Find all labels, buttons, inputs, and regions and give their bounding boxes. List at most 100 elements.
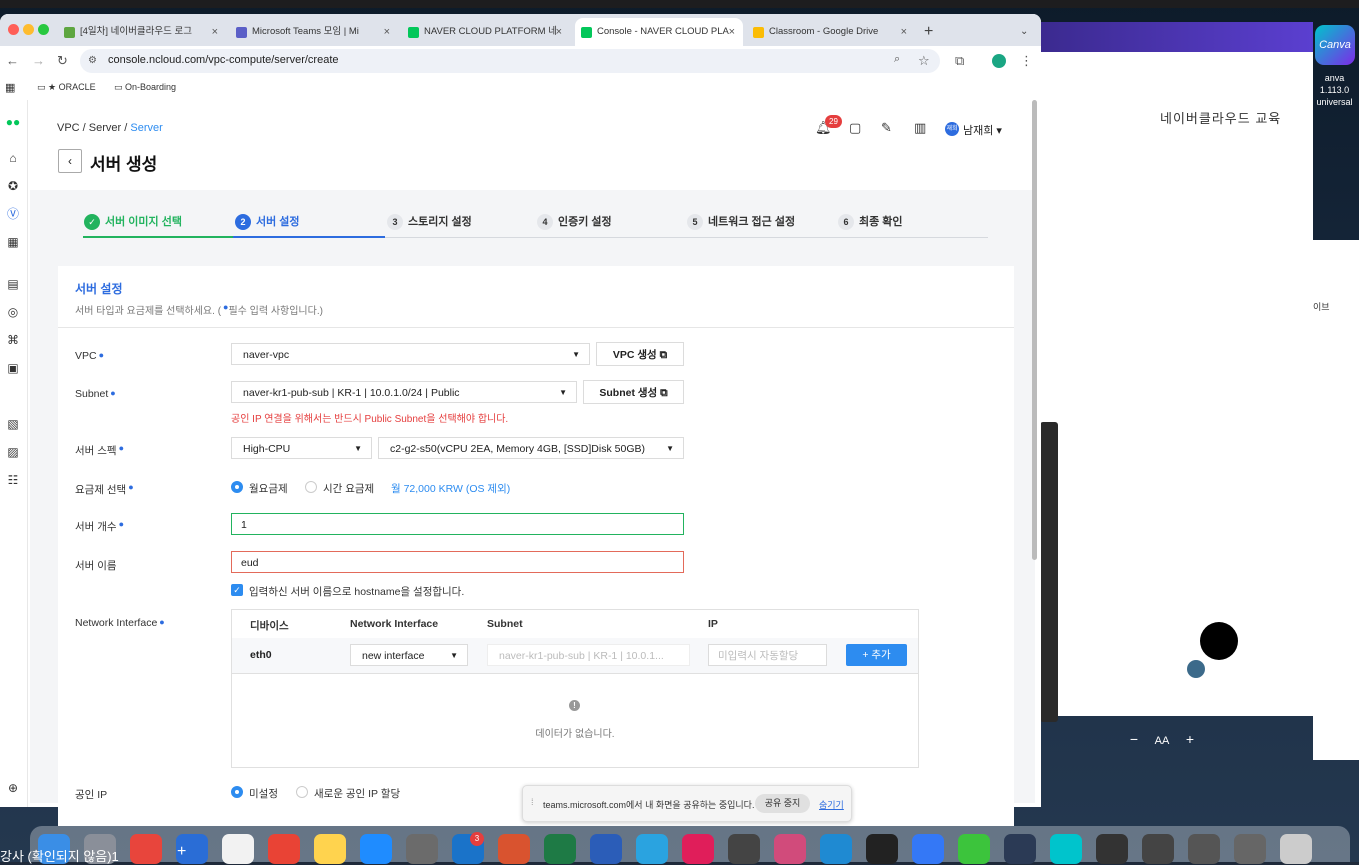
- new-tab-button[interactable]: +: [924, 18, 933, 46]
- ncloud-logo-icon[interactable]: ●●: [5, 114, 21, 130]
- dock-app-icon[interactable]: [222, 834, 254, 864]
- close-tab-icon[interactable]: ×: [901, 18, 907, 46]
- tab-search-icon[interactable]: ⌄: [1020, 18, 1028, 46]
- reload-icon[interactable]: ↻: [57, 53, 68, 69]
- breadcrumb-vpc[interactable]: VPC: [57, 122, 80, 134]
- dock-app-icon[interactable]: [498, 834, 530, 864]
- integration-icon[interactable]: ⌘: [5, 332, 21, 348]
- browser-tab[interactable]: NAVER CLOUD PLATFORM 네 ×: [402, 18, 570, 46]
- maximize-window-icon[interactable]: [38, 24, 49, 35]
- globe-icon[interactable]: ⊕: [5, 780, 21, 796]
- dock-app-icon[interactable]: [130, 834, 162, 864]
- stop-sharing-button[interactable]: 공유 중지: [755, 794, 810, 813]
- vpc-icon[interactable]: Ⓥ: [5, 206, 21, 222]
- dock-app-icon[interactable]: [406, 834, 438, 864]
- dock-app-icon[interactable]: [1050, 834, 1082, 864]
- step-4[interactable]: 4 인증키 설정: [537, 213, 612, 231]
- scrollbar[interactable]: [1032, 100, 1037, 560]
- home-icon[interactable]: ⌂: [5, 150, 21, 166]
- dock-app-icon[interactable]: [268, 834, 300, 864]
- dock-app-icon[interactable]: [1280, 834, 1312, 864]
- url-text[interactable]: console.ncloud.com/vpc-compute/server/cr…: [108, 54, 339, 66]
- bookmark-onboarding[interactable]: ▭ On-Boarding: [114, 82, 176, 93]
- dock-app-icon[interactable]: [912, 834, 944, 864]
- network-icon[interactable]: ◎: [5, 304, 21, 320]
- bookmark-star-icon[interactable]: ☆: [918, 53, 930, 69]
- step-1[interactable]: ✓ 서버 이미지 선택: [84, 213, 182, 231]
- canva-app-icon[interactable]: Canva: [1315, 25, 1355, 65]
- close-tab-icon[interactable]: ×: [384, 18, 390, 46]
- dock-app-icon[interactable]: [1234, 834, 1266, 864]
- forward-icon[interactable]: →: [32, 53, 45, 68]
- dock-app-icon[interactable]: [820, 834, 852, 864]
- storage-icon[interactable]: ▣: [5, 360, 21, 376]
- browser-tab[interactable]: Console - NAVER CLOUD PLA ×: [575, 18, 743, 46]
- chat-icon[interactable]: ▢: [849, 120, 861, 136]
- step-2[interactable]: 2 서버 설정: [235, 213, 300, 231]
- close-tab-icon[interactable]: ×: [212, 18, 218, 46]
- dashboard-icon[interactable]: ▨: [5, 444, 21, 460]
- close-tab-icon[interactable]: ×: [556, 18, 562, 46]
- step-5[interactable]: 5 네트워크 접근 설정: [687, 213, 795, 231]
- text-size-icon[interactable]: AA: [1148, 728, 1176, 754]
- dock-app-icon[interactable]: [590, 834, 622, 864]
- user-menu[interactable]: 남재희 ▾: [963, 122, 1002, 138]
- server-count-input[interactable]: 1: [231, 513, 684, 535]
- step-3[interactable]: 3 스토리지 설정: [387, 213, 472, 231]
- zoom-out-icon[interactable]: −: [1120, 726, 1148, 752]
- hide-share-bar-link[interactable]: 숨기기: [819, 798, 844, 811]
- dock-app-icon[interactable]: [314, 834, 346, 864]
- spec-select[interactable]: c2-g2-s50(vCPU 2EA, Memory 4GB, [SSD]Dis…: [378, 437, 684, 459]
- no-public-ip-radio[interactable]: [231, 786, 243, 798]
- browser-tab[interactable]: Classroom - Google Drive ×: [747, 18, 915, 46]
- drag-handle-icon[interactable]: ⁞: [531, 797, 534, 807]
- breadcrumb-server[interactable]: Server: [89, 122, 121, 134]
- zoom-icon[interactable]: ⌕: [894, 53, 900, 66]
- book-icon[interactable]: ▥: [914, 120, 926, 136]
- dock-app-icon[interactable]: [682, 834, 714, 864]
- zoom-in-icon[interactable]: +: [1176, 726, 1204, 752]
- server-name-input[interactable]: eud: [231, 551, 684, 573]
- add-interface-button[interactable]: + 추가: [846, 644, 907, 666]
- browser-tab[interactable]: Microsoft Teams 모임 | Mi ×: [230, 18, 398, 46]
- dock-app-icon[interactable]: [1096, 834, 1128, 864]
- back-icon[interactable]: ←: [6, 53, 19, 68]
- apps-grid-icon[interactable]: ▦: [5, 81, 15, 94]
- back-button[interactable]: ‹: [58, 149, 82, 173]
- hostname-checkbox[interactable]: ✓: [231, 584, 243, 596]
- dock-app-icon[interactable]: [1188, 834, 1220, 864]
- dock-app-icon[interactable]: [636, 834, 668, 864]
- dock-app-icon[interactable]: [774, 834, 806, 864]
- extensions-icon[interactable]: ⧉: [955, 53, 964, 69]
- create-vpc-button[interactable]: VPC 생성 ⧉: [596, 342, 684, 366]
- dock-app-icon[interactable]: [1142, 834, 1174, 864]
- dock-app-icon[interactable]: [866, 834, 898, 864]
- interface-select[interactable]: new interface ▼: [350, 644, 468, 666]
- users-icon[interactable]: ☷: [5, 472, 21, 488]
- all-products-icon[interactable]: ▦: [5, 234, 21, 250]
- server-icon[interactable]: ▤: [5, 276, 21, 292]
- subnet-select[interactable]: naver-kr1-pub-sub | KR-1 | 10.0.1.0/24 |…: [231, 381, 577, 403]
- monthly-radio[interactable]: [231, 481, 243, 493]
- minimize-window-icon[interactable]: [23, 24, 34, 35]
- avatar[interactable]: 재희: [945, 122, 959, 136]
- dock-app-icon[interactable]: [544, 834, 576, 864]
- browser-menu-icon[interactable]: ⋮: [1020, 53, 1033, 69]
- browser-tab[interactable]: [4일차] 네이버클라우드 로그 ×: [58, 18, 226, 46]
- site-info-icon[interactable]: ⚙: [88, 55, 97, 66]
- dock-app-icon[interactable]: [360, 834, 392, 864]
- monitoring-icon[interactable]: ▧: [5, 416, 21, 432]
- create-subnet-button[interactable]: Subnet 생성 ⧉: [583, 380, 684, 404]
- new-public-ip-radio[interactable]: [296, 786, 308, 798]
- services-icon[interactable]: ✪: [5, 178, 21, 194]
- close-tab-icon[interactable]: ×: [729, 18, 735, 46]
- hourly-radio[interactable]: [305, 481, 317, 493]
- spec-type-select[interactable]: High-CPU ▼: [231, 437, 372, 459]
- add-icon[interactable]: +: [177, 843, 186, 861]
- close-window-icon[interactable]: [8, 24, 19, 35]
- dock-app-icon[interactable]: [1004, 834, 1036, 864]
- ip-input[interactable]: 미입력시 자동할당: [708, 644, 827, 666]
- step-6[interactable]: 6 최종 확인: [838, 213, 903, 231]
- dock-app-icon[interactable]: [958, 834, 990, 864]
- dock-app-icon[interactable]: [728, 834, 760, 864]
